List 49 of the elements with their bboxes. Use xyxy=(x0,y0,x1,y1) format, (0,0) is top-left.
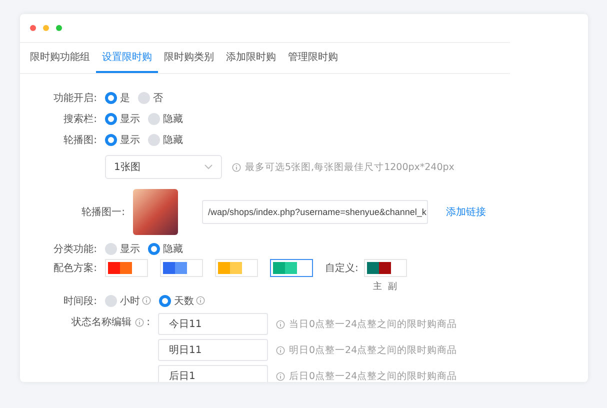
info-icon xyxy=(276,346,285,354)
field-label: 自定义: xyxy=(325,262,358,276)
radio-option[interactable]: 显示 xyxy=(105,112,140,126)
info-icon xyxy=(232,162,241,172)
radio-option[interactable]: 是 xyxy=(105,90,130,104)
field-label: 时间段: xyxy=(62,294,98,308)
minimize-icon[interactable] xyxy=(43,25,49,31)
swatch-caption: 副 xyxy=(388,280,397,293)
radio-option[interactable]: 隐藏 xyxy=(148,242,183,256)
close-icon[interactable] xyxy=(30,25,36,31)
maximize-icon[interactable] xyxy=(56,25,62,31)
radio-option[interactable]: 隐藏 xyxy=(148,132,183,146)
hint-text: 明日0点整一24点整之间的限时购商品 xyxy=(276,344,458,356)
info-icon xyxy=(276,320,285,328)
tab[interactable]: 添加限时购 xyxy=(220,43,282,73)
custom-swatch[interactable] xyxy=(364,259,408,277)
status-name-field[interactable]: 今日11 xyxy=(158,313,268,335)
field-label: 轮播图一: xyxy=(80,206,126,219)
field-label: 状态名称编辑 xyxy=(72,316,132,329)
radio-option[interactable]: 隐藏 xyxy=(148,112,183,126)
radio-option[interactable]: 显示 xyxy=(105,242,140,256)
tab[interactable]: 管理限时购 xyxy=(282,43,344,73)
chevron-down-icon xyxy=(204,164,213,170)
status-name-field[interactable]: 后日1 xyxy=(158,365,268,382)
field-label: 轮播图: xyxy=(62,134,98,146)
hint-text: 后日0点整一24点整之间的限时购商品 xyxy=(276,370,458,382)
tab[interactable]: 限时购功能组 xyxy=(24,43,96,73)
photo-placeholder xyxy=(133,189,178,235)
hint-text: 当日0点整一24点整之间的限时购商品 xyxy=(276,318,458,330)
field-label: 分类功能: xyxy=(52,242,98,256)
field-label: 配色方案: xyxy=(52,262,98,276)
swatch-caption: 主 xyxy=(372,280,382,293)
color-swatch[interactable] xyxy=(270,259,313,277)
count-dropdown[interactable]: 1张图 xyxy=(105,155,222,179)
status-name-field[interactable]: 明日11 xyxy=(158,339,268,361)
radio-option[interactable]: 小时 xyxy=(105,294,140,308)
add-link[interactable]: 添加链接 xyxy=(446,205,486,219)
tab[interactable]: 设置限时购 xyxy=(96,43,158,73)
info-icon xyxy=(134,318,144,326)
hint-text: 最多可选5张图,每张图最佳尺寸1200px*240px xyxy=(232,160,454,174)
info-icon xyxy=(276,372,285,380)
link-field[interactable]: /wap/shops/index.php?username=shenyue&channel_k xyxy=(202,200,428,224)
radio-option[interactable]: 否 xyxy=(138,90,163,104)
radio-option[interactable]: 天数 xyxy=(159,294,194,308)
field-label: 功能开启: xyxy=(52,92,98,104)
label-colon: : xyxy=(146,316,150,328)
radio-option[interactable]: 显示 xyxy=(105,132,140,146)
field-label: 搜索栏: xyxy=(62,112,98,126)
tab[interactable]: 限时购类别 xyxy=(158,43,220,73)
